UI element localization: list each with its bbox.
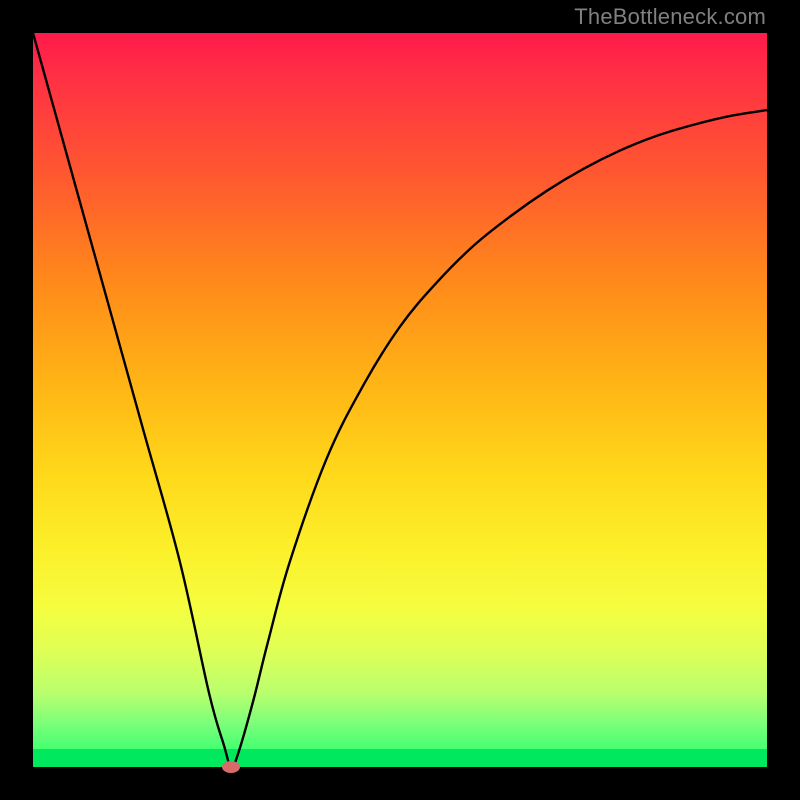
min-marker-dot: [222, 761, 240, 773]
bottleneck-curve-svg: [33, 33, 767, 767]
bottleneck-curve-path: [33, 33, 767, 767]
watermark-text: TheBottleneck.com: [574, 4, 766, 30]
chart-frame: TheBottleneck.com: [0, 0, 800, 800]
